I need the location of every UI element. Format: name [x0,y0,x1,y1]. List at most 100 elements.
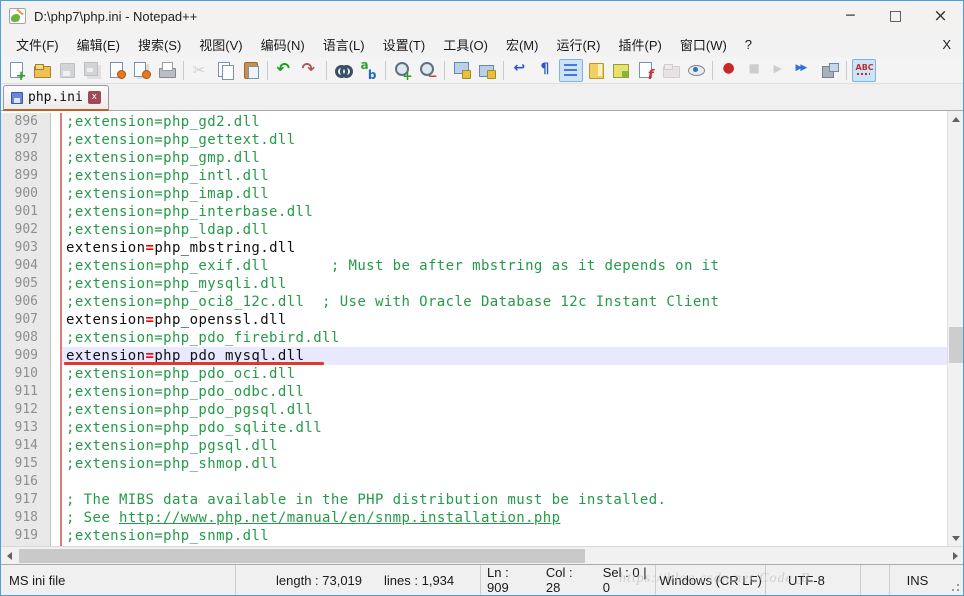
save-file-button[interactable] [55,59,79,82]
bookmark-margin[interactable] [51,293,60,311]
bookmark-margin[interactable] [51,131,60,149]
scroll-up-arrow[interactable] [948,111,964,127]
status-eol-format[interactable]: Windows (CR LF) [656,565,766,595]
macro-stop-button[interactable] [743,59,767,82]
vertical-scroll-thumb[interactable] [949,327,963,363]
line-number: 909 [1,347,51,365]
code-url-link[interactable]: http://www.php.net/manual/en/snmp.instal… [119,510,560,526]
bookmark-margin[interactable] [51,347,60,365]
status-encoding[interactable]: UTF-8 [766,565,861,595]
status-insert-mode[interactable]: INS [890,565,945,595]
macro-save-button[interactable] [818,59,842,82]
copy-button[interactable] [214,59,238,82]
bookmark-margin[interactable] [51,257,60,275]
sync-horizontal-scroll-button[interactable] [475,59,499,82]
redo-button[interactable] [298,59,322,82]
vertical-scrollbar[interactable] [947,111,963,546]
horizontal-scrollbar[interactable] [1,546,963,564]
resize-grip[interactable] [945,565,963,595]
bookmark-margin[interactable] [51,149,60,167]
sync-vertical-scroll-button[interactable] [450,59,474,82]
bookmark-margin[interactable] [51,203,60,221]
menu-item-0[interactable]: 文件(F) [7,32,68,57]
bookmark-margin[interactable] [51,491,60,509]
macro-record-button[interactable] [718,59,742,82]
bookmark-margin[interactable] [51,185,60,203]
menu-item-7[interactable]: 工具(O) [434,32,497,57]
bookmark-margin[interactable] [51,509,60,527]
function-list-button[interactable] [609,59,633,82]
menu-item-9[interactable]: 运行(R) [547,32,609,57]
menu-item-4[interactable]: 编码(N) [252,32,314,57]
folder-as-workspace-button[interactable] [659,59,683,82]
line-number: 913 [1,419,51,437]
document-map-button[interactable] [584,59,608,82]
menu-item-3[interactable]: 视图(V) [190,32,251,57]
zoom-in-button[interactable] [391,59,415,82]
zoom-out-icon [419,61,437,79]
scroll-right-arrow[interactable] [947,547,963,564]
new-file-button[interactable] [5,59,29,82]
bookmark-margin[interactable] [51,455,60,473]
bookmark-margin[interactable] [51,311,60,329]
menu-close-document-button[interactable]: X [942,37,951,52]
indent-guide-button[interactable] [559,59,583,82]
menu-item-10[interactable]: 插件(P) [610,32,671,57]
bookmark-margin[interactable] [51,365,60,383]
macro-play-button[interactable] [768,59,792,82]
close-button[interactable]: × [918,2,963,31]
user-defined-dialog-button[interactable] [634,59,658,82]
toolbar-separator [267,61,268,80]
close-all-button[interactable] [130,59,154,82]
maximize-button[interactable]: □ [873,2,918,31]
horizontal-scroll-thumb[interactable] [19,549,585,563]
replace-button[interactable] [357,59,381,82]
bookmark-margin[interactable] [51,275,60,293]
paste-button[interactable] [239,59,263,82]
menu-item-2[interactable]: 搜索(S) [129,32,190,57]
function-list-icon [612,61,630,79]
close-file-button[interactable] [105,59,129,82]
bookmark-margin[interactable] [51,167,60,185]
bookmark-margin[interactable] [51,437,60,455]
undo-button[interactable] [273,59,297,82]
spell-check-button[interactable] [852,59,876,82]
menu-item-12[interactable]: ? [736,34,761,55]
zoom-out-button[interactable] [416,59,440,82]
close-all-icon [133,61,151,79]
bookmark-margin[interactable] [51,473,60,491]
document-monitor-button[interactable] [684,59,708,82]
bookmark-margin[interactable] [51,239,60,257]
open-file-button[interactable] [30,59,54,82]
bookmark-margin[interactable] [51,221,60,239]
code-token: ;extension=php_gmp.dll [66,150,260,166]
bookmark-margin[interactable] [51,329,60,347]
bookmark-margin[interactable] [51,419,60,437]
scroll-left-arrow[interactable] [1,547,17,564]
cut-button[interactable] [189,59,213,82]
code-token: ;extension=php_snmp.dll [66,528,269,544]
bookmark-margin[interactable] [51,401,60,419]
show-all-characters-button[interactable] [534,59,558,82]
menu-item-1[interactable]: 编辑(E) [68,32,129,57]
menu-item-5[interactable]: 语言(L) [314,32,374,57]
bookmark-margin[interactable] [51,383,60,401]
code-editor[interactable]: 896;extension=php_gd2.dll897;extension=p… [1,111,947,546]
word-wrap-button[interactable] [509,59,533,82]
save-all-button[interactable] [80,59,104,82]
menu-item-8[interactable]: 宏(M) [497,32,548,57]
tab-close-icon[interactable]: x [88,91,101,104]
minimize-button[interactable]: ─ [828,2,873,31]
code-text: ;extension=php_ldap.dll [62,221,947,239]
macro-run-multiple-button[interactable] [793,59,817,82]
tab-php-ini[interactable]: php.ini x [3,85,109,111]
bookmark-margin[interactable] [51,113,60,131]
scroll-down-arrow[interactable] [948,530,964,546]
find-button[interactable] [332,59,356,82]
menu-item-6[interactable]: 设置(T) [374,32,435,57]
line-number: 902 [1,221,51,239]
bookmark-margin[interactable] [51,527,60,545]
menu-item-11[interactable]: 窗口(W) [671,32,736,57]
print-button[interactable] [155,59,179,82]
macro-stop-icon [746,61,764,79]
